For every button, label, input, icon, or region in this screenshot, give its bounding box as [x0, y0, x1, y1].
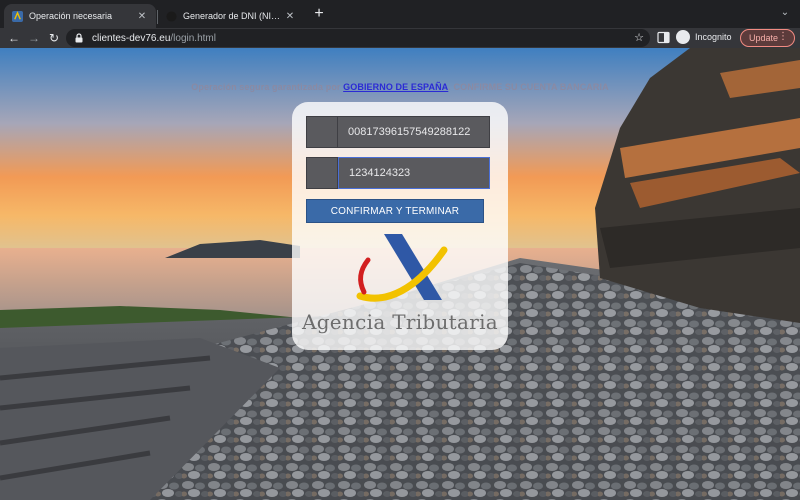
address-bar[interactable]: clientes-dev76.eu/login.html ☆: [66, 29, 650, 47]
pin-field-row: [306, 157, 490, 189]
agency-name: Agencia Tributaria: [301, 310, 499, 334]
url-host: clientes-dev76.eu: [92, 32, 171, 44]
incognito-icon: [676, 30, 690, 44]
incognito-label: Incognito: [695, 32, 732, 42]
close-icon[interactable]: ✕: [284, 11, 296, 22]
side-panel-icon[interactable]: [657, 31, 670, 44]
tab-generador[interactable]: Generador de DNI (NIF, NIE, CIF) ✕: [158, 4, 304, 28]
tab-search-icon[interactable]: ⌄: [778, 7, 792, 21]
update-label: Update: [749, 33, 779, 43]
banner-text-after: . CONFIRME SU CUENTA BANCARIA: [448, 82, 609, 92]
menu-dots-icon[interactable]: ⋮: [778, 31, 788, 42]
banner-text-before: Operación segura garantizada por: [191, 82, 344, 92]
pin-input[interactable]: [338, 157, 490, 189]
back-icon[interactable]: ←: [6, 30, 22, 46]
account-number-input[interactable]: [338, 116, 490, 148]
favicon-icon: [12, 10, 23, 22]
tab-title: Generador de DNI (NIF, NIE, CIF): [183, 11, 284, 21]
field-prefix-box: [306, 157, 338, 189]
agencia-tributaria-logo: [356, 234, 448, 302]
bookmark-star-icon[interactable]: ☆: [634, 31, 644, 44]
browser-toolbar: ← → ↻ clientes-dev76.eu/login.html ☆ Inc…: [0, 28, 800, 48]
forward-icon[interactable]: →: [26, 30, 42, 46]
new-tab-button[interactable]: +: [310, 6, 328, 24]
close-icon[interactable]: ✕: [136, 11, 148, 22]
field-prefix-box: [306, 116, 338, 148]
tab-title: Operación necesaria: [29, 11, 113, 21]
tab-operacion[interactable]: Operación necesaria ✕: [4, 4, 156, 28]
confirm-button[interactable]: CONFIRMAR Y TERMINAR: [306, 199, 484, 223]
url-path: /login.html: [170, 32, 216, 44]
page-viewport: Operación segura garantizada por GOBIERN…: [0, 48, 800, 500]
login-card: CONFIRMAR Y TERMINAR Agencia Tributaria: [292, 102, 508, 350]
globe-icon: [166, 10, 177, 22]
update-button[interactable]: Update ⋮: [740, 29, 795, 47]
incognito-indicator[interactable]: Incognito: [676, 30, 732, 44]
lock-icon: [75, 33, 83, 43]
reload-icon[interactable]: ↻: [46, 30, 62, 46]
gobierno-link[interactable]: GOBIERNO DE ESPAÑA: [343, 82, 448, 92]
account-field-row: [306, 116, 490, 148]
security-banner: Operación segura garantizada por GOBIERN…: [0, 82, 800, 92]
tab-strip: Operación necesaria ✕ Generador de DNI (…: [0, 0, 800, 28]
